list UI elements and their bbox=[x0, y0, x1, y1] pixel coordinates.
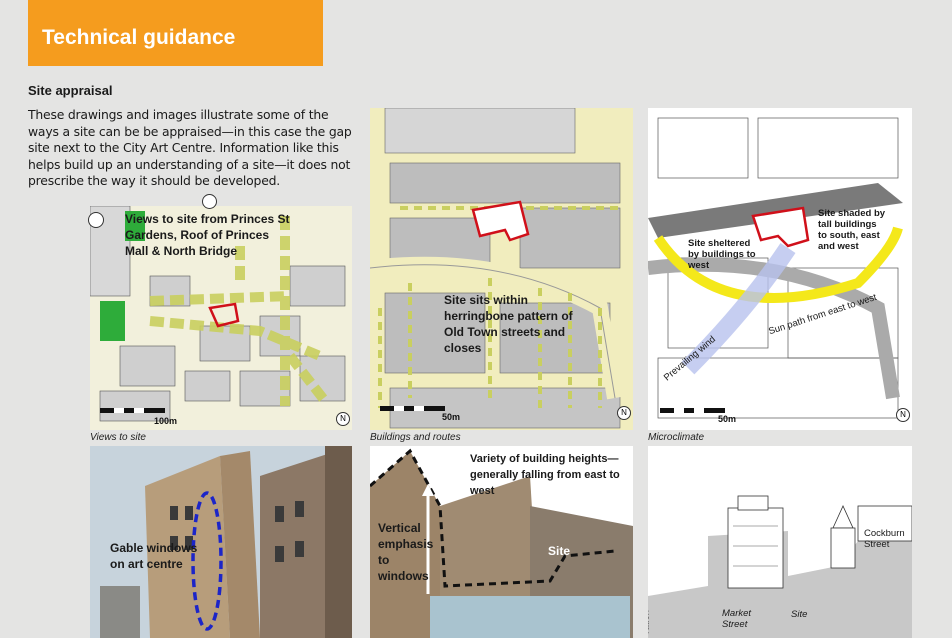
header-band: Technical guidance bbox=[28, 0, 323, 66]
section-title: Site appraisal bbox=[28, 83, 113, 98]
north-arrow-icon: N bbox=[896, 408, 910, 422]
gable-label: Gable windows on art centre bbox=[110, 541, 198, 571]
viewpoint-marker bbox=[202, 194, 217, 209]
microclimate-scale: 50m bbox=[718, 414, 737, 424]
views-map: Views to site from Princes St Gardens, R… bbox=[90, 206, 352, 430]
elevation-drawing: Cockburn Street Market Street Site ratio… bbox=[648, 446, 912, 638]
microclimate-map: Site sheltered by buildings to west Site… bbox=[648, 108, 912, 430]
vertical-photo: Vertical emphasis to windows Variety of … bbox=[370, 446, 633, 638]
vertical-label: Vertical emphasis to windows bbox=[378, 521, 434, 583]
heights-label: Variety of building heights—generally fa… bbox=[470, 453, 620, 497]
vertical-site-label: Site bbox=[548, 544, 571, 558]
microclimate-caption: Microclimate bbox=[648, 432, 705, 443]
views-label: Views to site from Princes St Gardens, R… bbox=[125, 212, 290, 258]
north-arrow-icon: N bbox=[617, 406, 631, 420]
market-label: Market Street bbox=[722, 608, 752, 630]
header-title: Technical guidance bbox=[42, 26, 236, 49]
intro-text: These drawings and images illustrate som… bbox=[28, 107, 352, 189]
buildings-label: Site sits within herringbone pattern of … bbox=[444, 293, 573, 355]
elevation-site-label: Site bbox=[791, 609, 808, 620]
cockburn-label: Cockburn Street bbox=[864, 528, 905, 550]
buildings-map: Site sits within herringbone pattern of … bbox=[370, 108, 633, 430]
north-arrow-icon: N bbox=[336, 412, 350, 426]
sheltered-label: Site sheltered by buildings to west bbox=[688, 238, 756, 271]
views-scale: 100m bbox=[154, 416, 178, 426]
viewpoint-marker bbox=[88, 212, 104, 228]
shaded-label: Site shaded by tall buildings to south, … bbox=[818, 208, 886, 252]
buildings-scale: 50m bbox=[442, 412, 461, 422]
buildings-caption: Buildings and routes bbox=[370, 432, 461, 443]
gable-photo: Gable windows on art centre bbox=[90, 446, 352, 638]
elevation-edge-label: ration bbox=[648, 609, 652, 634]
views-caption: Views to site bbox=[90, 432, 146, 443]
